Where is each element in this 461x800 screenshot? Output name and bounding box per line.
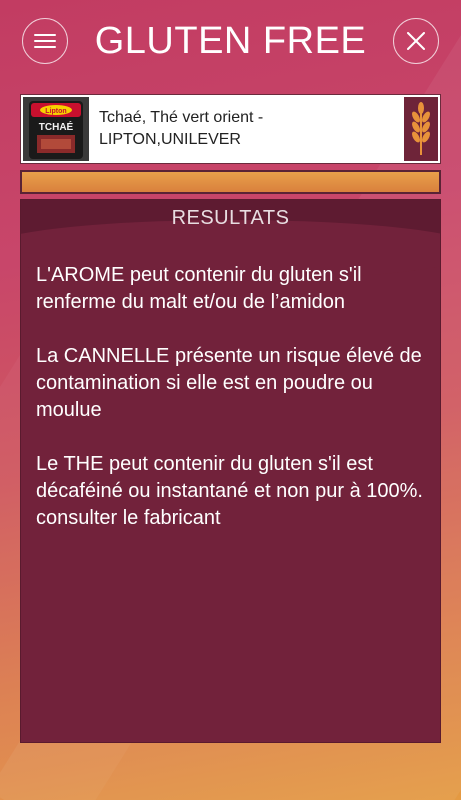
result-paragraph-cannelle: La CANNELLE présente un risque élevé de … — [36, 345, 422, 421]
app-title: GLUTEN FREE — [94, 20, 367, 62]
result-paragraph-the: Le THE peut contenir du gluten s'il est … — [36, 453, 423, 529]
results-panel: RESULTATS L'AROME peut contenir du glute… — [20, 199, 441, 743]
product-card[interactable]: Lipton TCHAÉ Tchaé, Thé vert orient - LI… — [20, 94, 441, 164]
result-progress-bar — [20, 170, 441, 194]
gluten-status-badge — [404, 97, 438, 161]
close-button[interactable] — [393, 18, 439, 64]
results-title: RESULTATS — [171, 207, 290, 229]
result-paragraph-arome: L'AROME peut contenir du gluten s'il ren… — [36, 264, 362, 313]
progress-fill — [22, 172, 439, 192]
product-thumbnail: Lipton TCHAÉ — [23, 97, 89, 161]
wheat-icon — [412, 102, 430, 155]
product-name: Tchaé, Thé vert orient - LIPTON,UNILEVER — [99, 107, 399, 151]
results-body: L'AROME peut contenir du gluten s'il ren… — [36, 262, 432, 559]
product-name-line1: Tchaé, Thé vert orient - — [99, 109, 264, 126]
thumbnail-brand-text: Lipton — [45, 108, 66, 115]
thumbnail-label-text: TCHAÉ — [39, 120, 74, 133]
hamburger-menu-icon — [34, 34, 56, 48]
product-name-line2: LIPTON,UNILEVER — [99, 131, 241, 148]
menu-button[interactable] — [22, 18, 68, 64]
close-icon — [407, 32, 425, 50]
